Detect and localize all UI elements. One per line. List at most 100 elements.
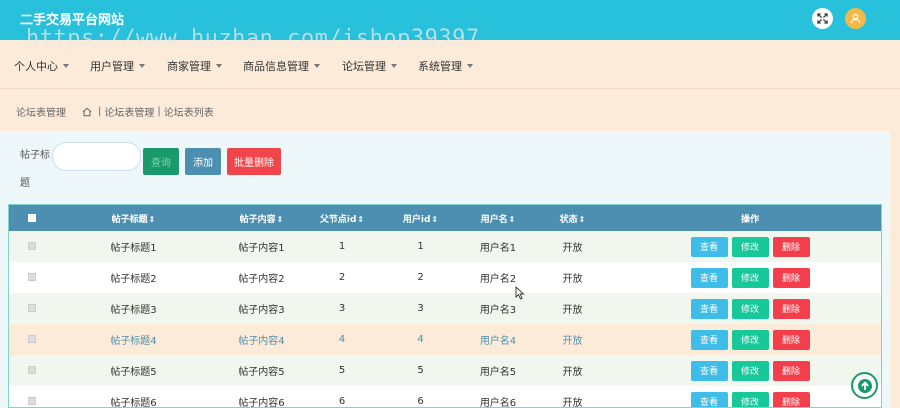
row-select-cell[interactable] (9, 231, 55, 262)
nav-item-label: 个人中心 (14, 60, 58, 73)
select-all-checkbox[interactable] (28, 213, 36, 222)
breadcrumb-item-forum-management[interactable]: 论坛表管理 (104, 104, 154, 119)
delete-button[interactable]: 删除 (772, 329, 810, 350)
cell-user-id: 4 (417, 334, 424, 345)
row-select-cell[interactable] (9, 386, 55, 407)
nav-item-user-management[interactable]: 用户管理 (90, 58, 145, 74)
row-checkbox[interactable] (28, 273, 36, 281)
row-checkbox[interactable] (28, 366, 36, 374)
cell-content: 帖子内容2 (238, 274, 285, 285)
cell-user-id: 6 (417, 396, 424, 407)
nav-item-system-management[interactable]: 系统管理 (418, 58, 473, 74)
mouse-cursor-icon (515, 286, 525, 300)
column-header-actions: 操作 (740, 214, 759, 225)
view-button[interactable]: 查看 (690, 329, 728, 350)
delete-button[interactable]: 删除 (772, 360, 810, 381)
sort-icon: ⇕ (357, 214, 365, 224)
cell-parent-id: 5 (338, 365, 346, 376)
table-row[interactable]: 帖子标题5 帖子内容5 5 5 用户名5 开放 查看 修改 删除 (9, 355, 881, 386)
cell-content: 帖子内容3 (238, 305, 285, 316)
cell-parent-id: 4 (338, 334, 346, 345)
back-to-top-button[interactable] (851, 372, 878, 399)
cell-content: 帖子内容4 (238, 336, 285, 347)
cell-user-id: 3 (417, 303, 424, 314)
cell-user-id: 2 (417, 272, 424, 283)
column-header-username[interactable]: 用户名⇕ (468, 205, 528, 231)
row-actions-cell: 查看 修改 删除 (617, 386, 881, 407)
chevron-down-icon (63, 64, 69, 68)
row-select-cell[interactable] (9, 262, 55, 293)
page-scrollbar[interactable] (890, 131, 900, 408)
row-actions-cell: 查看 修改 删除 (617, 262, 881, 293)
cell-parent-id: 6 (338, 396, 346, 407)
cell-parent-id: 2 (338, 272, 346, 283)
nav-item-product-management[interactable]: 商品信息管理 (243, 58, 320, 74)
add-button[interactable]: 添加 (185, 148, 221, 175)
view-button[interactable]: 查看 (690, 236, 728, 257)
table-row[interactable]: 帖子标题3 帖子内容3 3 3 用户名3 开放 查看 修改 删除 (9, 293, 881, 324)
edit-button[interactable]: 修改 (731, 391, 769, 407)
batch-delete-button[interactable]: 批量删除 (227, 148, 281, 175)
row-checkbox[interactable] (28, 242, 36, 250)
chevron-down-icon (314, 64, 320, 68)
breadcrumb-separator: | (157, 106, 161, 117)
row-actions-cell: 查看 修改 删除 (617, 355, 881, 386)
table-row[interactable]: 帖子标题2 帖子内容2 2 2 用户名2 开放 查看 修改 删除 (9, 262, 881, 293)
breadcrumb-section-title: 论坛表管理 (16, 108, 66, 119)
column-header-status[interactable]: 状态⇕ (528, 205, 617, 231)
cell-title: 帖子标题2 (110, 274, 157, 285)
nav-item-merchant-management[interactable]: 商家管理 (167, 58, 222, 74)
post-title-search-input[interactable] (52, 142, 141, 171)
row-checkbox[interactable] (28, 304, 36, 312)
cell-title: 帖子标题6 (110, 398, 157, 408)
column-header-content[interactable]: 帖子内容⇕ (212, 205, 311, 231)
view-button[interactable]: 查看 (690, 298, 728, 319)
cell-username: 用户名6 (479, 398, 517, 408)
row-select-cell[interactable] (9, 355, 55, 386)
search-title-label: 帖子标题 (20, 150, 50, 189)
cell-title: 帖子标题3 (110, 305, 157, 316)
column-header-user-id[interactable]: 用户id⇕ (373, 205, 468, 231)
chevron-down-icon (391, 64, 397, 68)
edit-button[interactable]: 修改 (731, 298, 769, 319)
select-all-cell[interactable] (9, 205, 55, 231)
view-button[interactable]: 查看 (690, 360, 728, 381)
cell-user-id: 5 (417, 365, 424, 376)
nav-item-label: 商品信息管理 (243, 60, 309, 73)
row-select-cell[interactable] (9, 324, 55, 355)
edit-button[interactable]: 修改 (731, 329, 769, 350)
user-avatar-button[interactable] (845, 8, 866, 29)
user-icon (850, 13, 861, 24)
table-row[interactable]: 帖子标题4 帖子内容4 4 4 用户名4 开放 查看 修改 删除 (9, 324, 881, 355)
cell-status: 开放 (562, 367, 583, 378)
nav-item-forum-management[interactable]: 论坛管理 (342, 58, 397, 74)
view-button[interactable]: 查看 (690, 391, 728, 407)
nav-item-personal-center[interactable]: 个人中心 (14, 58, 69, 74)
column-header-parent-id[interactable]: 父节点id⇕ (311, 205, 373, 231)
cell-username: 用户名4 (479, 336, 517, 347)
fullscreen-button[interactable] (812, 8, 833, 29)
home-icon[interactable] (82, 107, 92, 117)
delete-button[interactable]: 删除 (772, 267, 810, 288)
cell-status: 开放 (562, 398, 583, 408)
cell-status: 开放 (562, 243, 583, 254)
delete-button[interactable]: 删除 (772, 298, 810, 319)
edit-button[interactable]: 修改 (731, 360, 769, 381)
delete-button[interactable]: 删除 (772, 236, 810, 257)
row-checkbox[interactable] (28, 397, 36, 405)
watermark-text: https://www.huzhan.com/ishop39397 (26, 26, 480, 51)
table-row[interactable]: 帖子标题1 帖子内容1 1 1 用户名1 开放 查看 修改 删除 (9, 231, 881, 262)
delete-button[interactable]: 删除 (772, 391, 810, 407)
breadcrumb-separator: | (98, 106, 102, 117)
arrow-up-icon (857, 378, 872, 393)
edit-button[interactable]: 修改 (731, 267, 769, 288)
column-header-title[interactable]: 帖子标题⇕ (55, 205, 212, 231)
forum-table: 帖子标题⇕ 帖子内容⇕ 父节点id⇕ 用户id⇕ 用户名⇕ 状态⇕ 操作 帖子标… (8, 204, 882, 408)
view-button[interactable]: 查看 (690, 267, 728, 288)
table-row[interactable]: 帖子标题6 帖子内容6 6 6 用户名6 开放 查看 修改 删除 (9, 386, 881, 408)
search-button[interactable]: 查询 (143, 148, 179, 175)
cell-user-id: 1 (417, 241, 424, 252)
row-select-cell[interactable] (9, 293, 55, 324)
edit-button[interactable]: 修改 (731, 236, 769, 257)
row-checkbox[interactable] (28, 335, 36, 343)
